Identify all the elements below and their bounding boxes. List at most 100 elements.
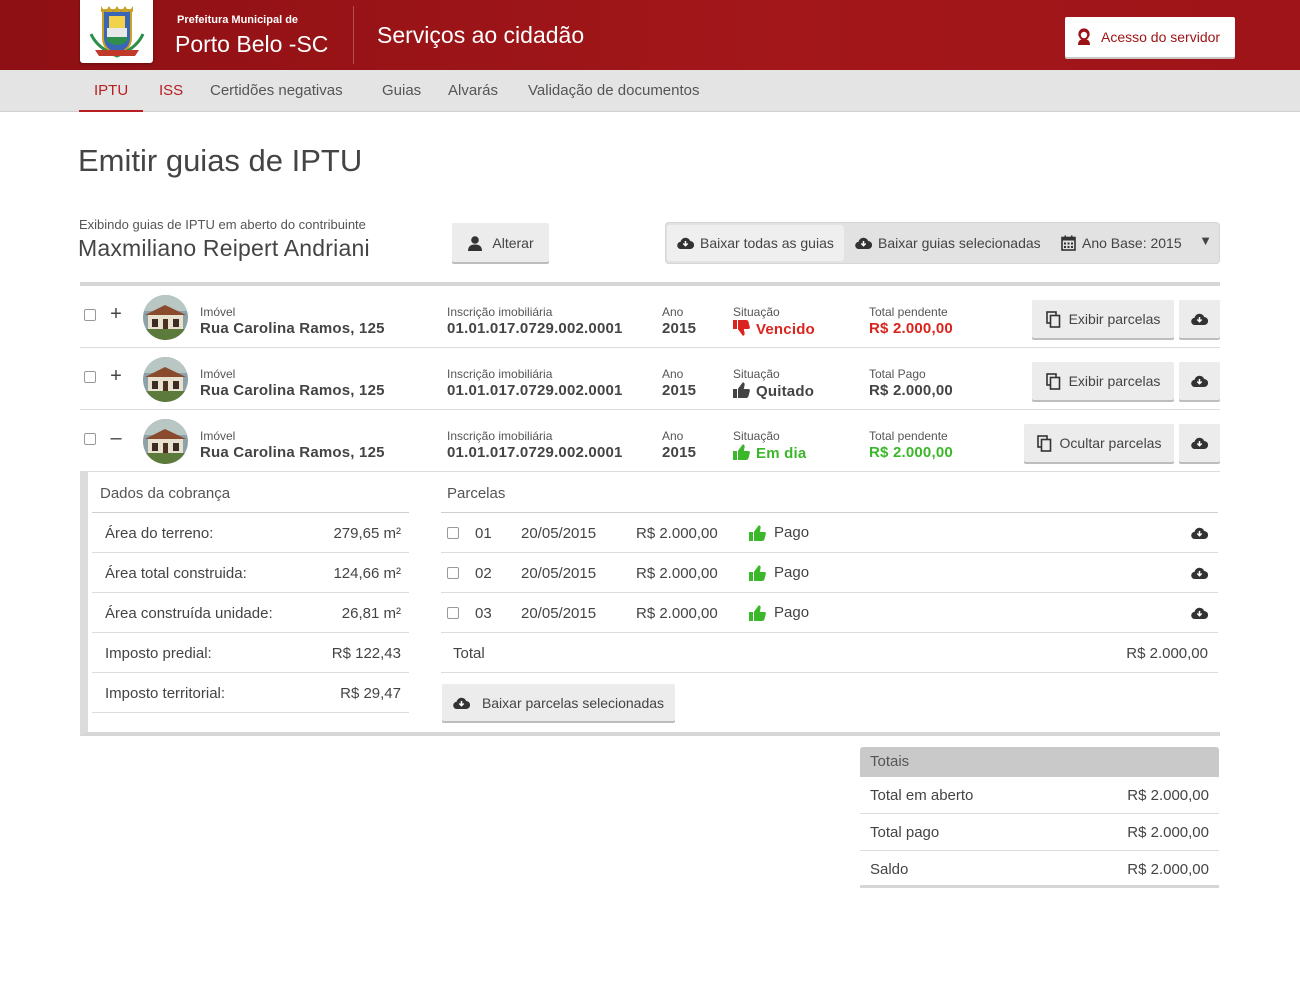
total-label: Total pendente [869, 429, 948, 443]
org-small-label: Prefeitura Municipal de [177, 14, 299, 26]
header-divider [353, 6, 354, 64]
totals-value: R$ 2.000,00 [1127, 861, 1209, 878]
total-value: R$ 2.000,00 [869, 382, 953, 399]
cloud-download-icon[interactable] [1191, 606, 1208, 620]
nav-tab-certidoes[interactable]: Certidões negativas [210, 70, 343, 112]
imovel-label: Imóvel [200, 305, 236, 319]
installment-date: 20/05/2015 [521, 525, 597, 542]
change-contributor-button[interactable]: Alterar [452, 223, 549, 262]
cloud-download-icon[interactable] [1191, 526, 1208, 540]
download-guide-button[interactable] [1179, 300, 1220, 338]
total-value: R$ 2.000,00 [869, 320, 953, 337]
nav-tab-iptu[interactable]: IPTU [79, 70, 144, 112]
download-all-label: Baixar todas as guias [700, 235, 834, 251]
download-guide-button[interactable] [1179, 424, 1220, 462]
collapse-toggle[interactable]: – [108, 427, 124, 449]
caret-down-icon[interactable]: ▼ [1199, 233, 1212, 248]
ano-label: Ano [662, 367, 684, 381]
installment-row: 03 20/05/2015 R$ 2.000,00 Pago [441, 593, 1218, 633]
totals-row: Saldo R$ 2.000,00 [860, 851, 1219, 888]
cloud-download-icon[interactable] [1191, 566, 1208, 580]
billing-label: Área total construida: [105, 565, 247, 582]
download-selected-label: Baixar guias selecionadas [878, 235, 1041, 251]
total-value: R$ 2.000,00 [869, 444, 953, 461]
thumbs-up-icon [733, 444, 750, 460]
installment-checkbox[interactable] [447, 527, 459, 539]
imovel-value: Rua Carolina Ramos, 125 [200, 444, 385, 461]
billing-row: Imposto territorial: R$ 29,47 [92, 673, 409, 713]
expand-toggle[interactable]: + [108, 365, 124, 387]
installment-row: 01 20/05/2015 R$ 2.000,00 Pago [441, 513, 1218, 553]
user-support-icon [1075, 28, 1093, 46]
nav-tab-validacao[interactable]: Validação de documentos [528, 70, 700, 112]
download-toolbar: Baixar todas as guias Baixar guias selec… [665, 222, 1220, 264]
billing-row: Área total construida: 124,66 m² [92, 553, 409, 593]
status-badge: Vencido [733, 320, 815, 338]
billing-row: Área do terreno: 279,65 m² [92, 513, 409, 553]
copy-icon [1045, 372, 1061, 390]
property-row: – Imóvel Rua Carolina Ramos, 125 Inscriç… [80, 410, 1220, 472]
ano-label: Ano [662, 305, 684, 319]
download-selected-button[interactable]: Baixar guias selecionadas [845, 225, 1051, 261]
year-base-select[interactable]: Ano Base: 2015 [1051, 225, 1192, 261]
imovel-value: Rua Carolina Ramos, 125 [200, 382, 385, 399]
installment-value: R$ 2.000,00 [636, 565, 718, 582]
installment-value: R$ 2.000,00 [636, 525, 718, 542]
server-access-label: Acesso do servidor [1101, 29, 1221, 45]
coat-of-arms-logo[interactable] [80, 0, 153, 63]
installment-status-text: Pago [774, 524, 810, 541]
status-text: Em dia [756, 445, 807, 462]
cloud-download-icon [1191, 374, 1208, 388]
property-thumbnail [143, 295, 188, 340]
row-checkbox[interactable] [84, 433, 96, 445]
year-base-label: Ano Base: 2015 [1082, 235, 1182, 251]
portal-title: Serviços ao cidadão [377, 22, 585, 48]
download-guide-button[interactable] [1179, 362, 1220, 400]
nav-tab-alvaras[interactable]: Alvarás [448, 70, 498, 112]
installment-checkbox[interactable] [447, 567, 459, 579]
installment-status-text: Pago [774, 564, 810, 581]
nav-tab-iss[interactable]: ISS [159, 70, 183, 112]
installment-row: 02 20/05/2015 R$ 2.000,00 Pago [441, 553, 1218, 593]
download-all-button[interactable]: Baixar todas as guias [667, 225, 844, 261]
ano-value: 2015 [662, 320, 697, 337]
totals-title: Totais [860, 747, 1219, 777]
ano-label: Ano [662, 429, 684, 443]
cloud-download-icon [855, 236, 872, 250]
property-row: + Imóvel Rua Carolina Ramos, 125 Inscriç… [80, 286, 1220, 348]
billing-row: Área construída unidade: 26,81 m² [92, 593, 409, 633]
show-installments-button[interactable]: Exibir parcelas [1032, 362, 1174, 400]
thumbs-down-icon [733, 320, 750, 336]
installment-status: Pago [749, 604, 809, 621]
row-checkbox[interactable] [84, 309, 96, 321]
download-selected-installments-button[interactable]: Baixar parcelas selecionadas [442, 684, 675, 721]
installment-number: 01 [475, 525, 492, 542]
property-thumbnail [143, 357, 188, 402]
installments-total-row: Total R$ 2.000,00 [441, 633, 1218, 673]
installment-status-text: Pago [774, 604, 810, 621]
billing-label: Área do terreno: [105, 525, 214, 542]
thumbs-up-icon [749, 564, 766, 581]
server-access-button[interactable]: Acesso do servidor [1065, 17, 1235, 57]
row-checkbox[interactable] [84, 371, 96, 383]
cloud-download-icon [1191, 436, 1208, 450]
installment-date: 20/05/2015 [521, 605, 597, 622]
total-label: Total Pago [869, 367, 926, 381]
situacao-label: Situação [733, 305, 780, 319]
contributor-label: Exibindo guias de IPTU em aberto do cont… [79, 217, 366, 232]
installments-total-value: R$ 2.000,00 [1126, 645, 1208, 662]
totals-row: Total em aberto R$ 2.000,00 [860, 777, 1219, 814]
status-badge: Quitado [733, 382, 814, 400]
expand-toggle[interactable]: + [108, 303, 124, 325]
nav-tab-guias[interactable]: Guias [382, 70, 421, 112]
billing-value: 124,66 m² [333, 565, 401, 582]
billing-data-title: Dados da cobrança [100, 485, 231, 502]
main-nav: IPTU ISS Certidões negativas Guias Alvar… [0, 70, 1300, 112]
contributor-name: Maxmiliano Reipert Andriani [78, 235, 370, 261]
installment-number: 02 [475, 565, 492, 582]
installment-checkbox[interactable] [447, 607, 459, 619]
installment-status: Pago [749, 564, 809, 581]
show-installments-button[interactable]: Exibir parcelas [1032, 300, 1174, 338]
situacao-label: Situação [733, 429, 780, 443]
hide-installments-button[interactable]: Ocultar parcelas [1024, 424, 1174, 462]
